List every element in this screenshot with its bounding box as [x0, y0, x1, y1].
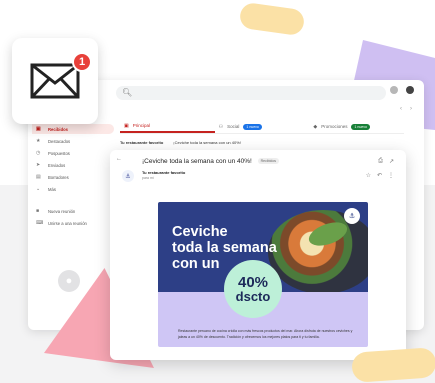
decorative-pill: [238, 1, 306, 37]
chevron-left-icon[interactable]: ‹: [400, 106, 402, 112]
apps-icon[interactable]: [406, 86, 414, 94]
sender-name: Tu restaurante favorito: [142, 170, 186, 175]
sidebar-item-sent[interactable]: ➤ Enviados: [32, 160, 114, 170]
restaurant-logo: ⚓︎: [344, 208, 360, 224]
sidebar-item-more[interactable]: ⌄ Más: [32, 184, 114, 194]
pagination: ‹ ›: [400, 106, 412, 112]
star-icon[interactable]: ☆: [366, 172, 371, 179]
print-icon[interactable]: ⎙: [378, 158, 383, 165]
sender-avatar: ⚓︎: [122, 170, 134, 182]
email-view-window: ← ¡Ceviche toda la semana con un 40%! Re…: [110, 150, 406, 360]
email-list-row[interactable]: Tu restaurante favorito ¡Ceviche toda la…: [120, 138, 404, 147]
email-toolbar: ⎙ ↗: [378, 158, 394, 165]
label-chip[interactable]: Recibidos: [257, 158, 280, 165]
decorative-pill: [351, 347, 435, 383]
row-subject: ¡Ceviche toda la semana con un 40%!: [173, 140, 241, 145]
sidebar: ▣ Recibidos ★ Destacados ◷ Pospuestos ➤ …: [32, 124, 114, 230]
sidebar-item-label: Enviados: [48, 162, 66, 168]
inbox-icon: ▣: [36, 126, 41, 132]
tab-label: Promociones: [321, 124, 348, 129]
tab-primary[interactable]: ▣ Principal: [120, 120, 215, 133]
star-icon: ★: [36, 138, 41, 144]
headline-line-1: Ceviche: [172, 224, 228, 240]
tab-label: Social: [227, 124, 240, 129]
sidebar-item-starred[interactable]: ★ Destacados: [32, 136, 114, 146]
sidebar-item-join-meeting[interactable]: ⌨︎ Unirse a una reunión: [32, 218, 114, 228]
reply-icon[interactable]: ↶: [377, 172, 382, 179]
sidebar-item-snoozed[interactable]: ◷ Pospuestos: [32, 148, 114, 158]
chevron-right-icon[interactable]: ›: [410, 106, 412, 112]
video-icon: ■: [36, 208, 40, 214]
tab-social[interactable]: ⚇ Social 1 nuevo: [215, 120, 310, 133]
sidebar-item-label: Pospuestos: [48, 150, 70, 156]
top-bar-icons: [390, 86, 414, 94]
recipient-label[interactable]: para mí: [142, 176, 154, 180]
promo-banner[interactable]: ⚓︎ Ceviche toda la semana con un 40% dsc…: [158, 202, 368, 347]
sidebar-item-drafts[interactable]: ▤ Borradores: [32, 172, 114, 182]
sidebar-item-label: Más: [48, 186, 56, 192]
promo-body-text: Restaurante peruano de cocina criolla co…: [178, 329, 353, 339]
sidebar-item-label: Unirse a una reunión: [48, 220, 87, 226]
sidebar-item-label: Recibidos: [48, 126, 69, 132]
keyboard-icon: ⌨︎: [36, 220, 44, 226]
sidebar-item-label: Borradores: [48, 174, 69, 180]
email-subject-text: ¡Ceviche toda la semana con un 40%!: [142, 158, 252, 165]
new-badge: 1 nuevo: [351, 123, 370, 130]
location-pin-icon: ●: [58, 270, 80, 292]
tab-label: Principal: [132, 123, 150, 128]
mail-app-icon[interactable]: [12, 38, 98, 124]
new-badge: 1 nuevo: [243, 123, 262, 130]
discount-badge: 40% dscto: [224, 260, 282, 318]
more-vert-icon[interactable]: ⋮: [388, 172, 394, 179]
sidebar-item-new-meeting[interactable]: ■ Nueva reunión: [32, 206, 114, 216]
send-icon: ➤: [36, 162, 41, 168]
discount-word: dscto: [235, 288, 271, 304]
sidebar-item-label: Destacados: [48, 138, 71, 144]
headline-line-2: toda la semana: [172, 240, 277, 256]
open-new-window-icon[interactable]: ↗: [389, 158, 394, 165]
search-icon: 🔍︎: [122, 88, 133, 97]
notification-badge: 1: [72, 52, 92, 72]
discount-percent: 40%: [237, 273, 269, 291]
sidebar-item-inbox[interactable]: ▣ Recibidos: [32, 124, 114, 134]
search-bar[interactable]: 🔍︎: [116, 86, 386, 100]
email-subject: ¡Ceviche toda la semana con un 40%! Reci…: [142, 158, 280, 165]
draft-icon: ▤: [36, 174, 41, 180]
row-sender: Tu restaurante favorito: [120, 140, 164, 145]
clock-icon: ◷: [36, 150, 41, 156]
chevron-down-icon: ⌄: [36, 186, 41, 192]
sidebar-item-label: Nueva reunión: [48, 208, 76, 214]
email-actions: ☆ ↶ ⋮: [366, 172, 394, 179]
tab-promotions[interactable]: ◆ Promociones 1 nuevo: [309, 120, 404, 133]
back-arrow-icon[interactable]: ←: [116, 156, 122, 162]
envelope-icon: [30, 63, 80, 99]
inbox-icon: ▣: [124, 122, 129, 129]
people-icon: ⚇: [218, 123, 224, 130]
help-icon[interactable]: [390, 86, 398, 94]
tag-icon: ◆: [313, 123, 318, 130]
inbox-tabs: ▣ Principal ⚇ Social 1 nuevo ◆ Promocion…: [120, 120, 404, 134]
